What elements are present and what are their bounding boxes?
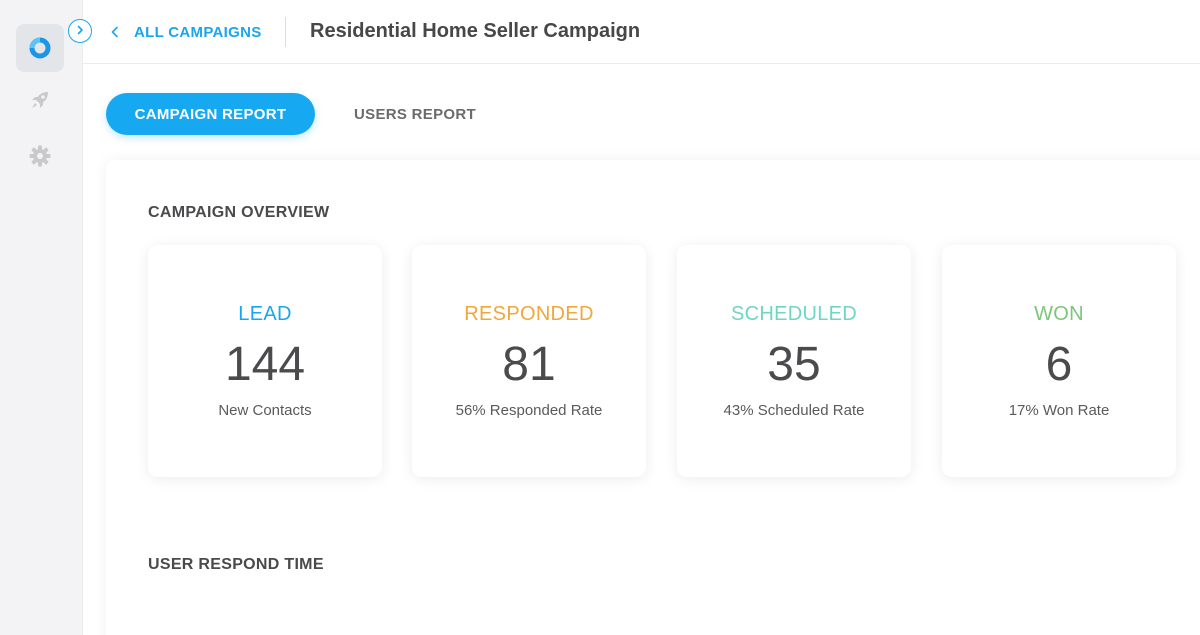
sidebar — [0, 0, 83, 635]
stat-card-won: WON 6 17% Won Rate — [942, 245, 1176, 477]
stat-card-responded: RESPONDED 81 56% Responded Rate — [412, 245, 646, 477]
stat-card-scheduled: SCHEDULED 35 43% Scheduled Rate — [677, 245, 911, 477]
app-root: ALL CAMPAIGNS Residential Home Seller Ca… — [0, 0, 1200, 635]
header-divider — [285, 17, 286, 47]
sidebar-toggle-button[interactable] — [68, 19, 92, 43]
chevron-right-icon — [75, 22, 85, 40]
chevron-left-icon — [110, 26, 120, 38]
gear-icon — [28, 144, 52, 168]
tab-campaign-report-label: CAMPAIGN REPORT — [134, 105, 287, 123]
stat-card-value: 35 — [767, 338, 821, 391]
tab-campaign-report[interactable]: CAMPAIGN REPORT — [106, 93, 315, 135]
page-title: Residential Home Seller Campaign — [310, 20, 641, 42]
stat-card-subtitle: 43% Scheduled Rate — [723, 402, 865, 419]
stat-card-label: RESPONDED — [464, 303, 594, 325]
stat-card-label: LEAD — [238, 303, 292, 325]
user-respond-time-title: USER RESPOND TIME — [148, 556, 324, 573]
top-header: ALL CAMPAIGNS Residential Home Seller Ca… — [82, 0, 1200, 64]
tab-users-report[interactable]: USERS REPORT — [330, 93, 500, 135]
stat-card-subtitle: 17% Won Rate — [1008, 402, 1110, 419]
all-campaigns-link[interactable]: ALL CAMPAIGNS — [110, 21, 262, 43]
report-panel: CAMPAIGN OVERVIEW LEAD 144 New Contacts … — [106, 160, 1200, 635]
stat-card-subtitle: 56% Responded Rate — [455, 402, 603, 419]
sidebar-item-settings[interactable] — [16, 132, 64, 180]
stat-card-value: 144 — [224, 338, 306, 391]
rocket-icon — [28, 88, 52, 112]
stat-card-label: SCHEDULED — [730, 303, 858, 325]
sidebar-item-campaigns[interactable] — [16, 76, 64, 124]
stat-card-subtitle: New Contacts — [218, 402, 312, 419]
stat-card-value: 6 — [1045, 338, 1073, 391]
campaign-overview-title: CAMPAIGN OVERVIEW — [148, 204, 330, 221]
tab-users-report-label: USERS REPORT — [354, 105, 476, 123]
stat-card-lead: LEAD 144 New Contacts — [148, 245, 382, 477]
all-campaigns-label: ALL CAMPAIGNS — [134, 23, 262, 41]
stat-card-label: WON — [1034, 303, 1084, 325]
sidebar-item-reports[interactable] — [16, 24, 64, 72]
stat-card-value: 81 — [502, 338, 556, 391]
donut-logo-icon — [28, 36, 52, 60]
